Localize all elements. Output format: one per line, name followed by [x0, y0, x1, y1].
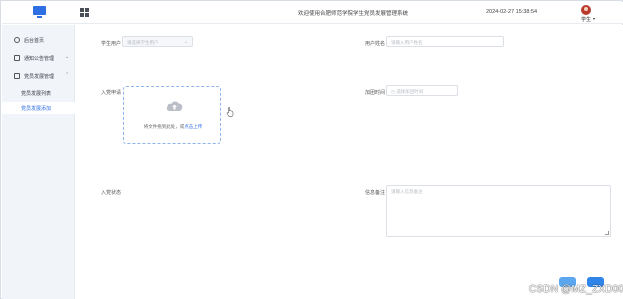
checkbox-icon	[14, 55, 20, 61]
sidebar-item-home[interactable]: 后台首页	[2, 33, 75, 47]
user-name-placeholder: 请输入用户姓名	[391, 40, 423, 45]
notes-textarea[interactable]: 请输入信息备注	[386, 185, 611, 237]
watermark: CSDN @MZ_ZXD001	[529, 284, 623, 295]
sidebar-item-label: 后台首页	[24, 38, 45, 44]
hand-cursor-icon	[226, 107, 234, 117]
chevron-down-icon[interactable]: ▾	[593, 16, 595, 21]
join-time-datepicker[interactable]: ◷ 选择加团时间	[386, 85, 458, 96]
student-user-select[interactable]: 请选择学生用户 ⌄	[122, 36, 193, 47]
cloud-upload-icon	[166, 101, 183, 111]
student-user-label: 学生用户	[101, 41, 122, 47]
sidebar-subitem-label: 党员发展添加	[21, 106, 52, 112]
clock-icon	[14, 37, 20, 43]
upload-hint-text: 将文件拖到此处，或	[143, 124, 185, 129]
file-upload-dropzone[interactable]: 将文件拖到此处，或点击上传	[123, 86, 221, 144]
checkbox-icon	[14, 73, 20, 79]
upload-link[interactable]: 点击上传	[184, 124, 202, 129]
join-time-placeholder: ◷ 选择加团时间	[391, 89, 424, 94]
sidebar-item-notices[interactable]: 通知公告管理 ⌄	[2, 51, 75, 65]
monitor-logo-icon	[33, 6, 46, 19]
main-form: 学生用户 请选择学生用户 ⌄ 用户姓名 请输入用户姓名 入党申请 将文件拖到此处…	[75, 25, 623, 299]
chevron-up-icon: ⌃	[65, 72, 70, 78]
student-user-placeholder: 请选择学生用户	[127, 40, 159, 45]
application-label: 入党申请	[101, 90, 122, 96]
sidebar-subitem-development-add[interactable]: 党员发展添加	[2, 102, 75, 114]
upload-hint: 将文件拖到此处，或点击上传	[124, 124, 222, 130]
resize-grip-icon[interactable]	[605, 231, 609, 235]
avatar[interactable]	[581, 5, 591, 15]
app-window: 欢迎使用合肥师范学院学生党员发展管理系统 2024-02-27 15:38:54…	[0, 0, 623, 299]
user-name[interactable]: 学生	[581, 16, 591, 23]
notes-placeholder: 请输入信息备注	[391, 189, 423, 194]
status-label: 入党状态	[101, 190, 122, 196]
join-time-label: 加团时间	[365, 90, 386, 96]
sidebar: 后台首页 通知公告管理 ⌄ 党员发展管理 ⌃ 党员发展列表 党员发展添加	[2, 25, 75, 299]
sidebar-subitem-label: 党员发展列表	[21, 91, 52, 97]
sidebar-subitem-development-list[interactable]: 党员发展列表	[2, 87, 75, 99]
chevron-down-icon: ⌄	[65, 54, 70, 60]
chevron-down-icon: ⌄	[183, 39, 188, 45]
user-name-input[interactable]: 请输入用户姓名	[386, 36, 504, 47]
notes-label: 信息备注	[365, 190, 386, 196]
sidebar-item-label: 通知公告管理	[24, 56, 55, 62]
top-bar: 欢迎使用合肥师范学院学生党员发展管理系统 2024-02-27 15:38:54…	[2, 2, 623, 24]
system-title: 欢迎使用合肥师范学院学生党员发展管理系统	[298, 11, 409, 17]
sidebar-item-label: 党员发展管理	[24, 74, 55, 80]
user-name-label: 用户姓名	[365, 41, 386, 47]
datetime-display: 2024-02-27 15:38:54	[486, 9, 538, 15]
sidebar-item-party-development[interactable]: 党员发展管理 ⌃	[2, 69, 75, 83]
join-time-placeholder-text: 选择加团时间	[396, 89, 424, 94]
menu-grid-icon[interactable]	[80, 8, 89, 17]
